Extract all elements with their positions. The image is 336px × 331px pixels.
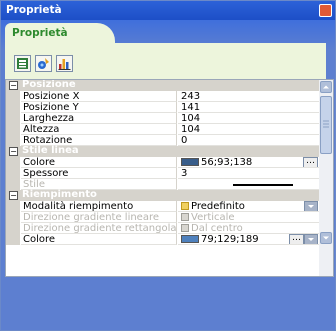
category-stile-linea[interactable]: − Stile linea <box>6 145 319 157</box>
chart-button[interactable] <box>56 55 73 72</box>
property-value: Verticale <box>178 212 319 223</box>
property-name: Colore <box>21 234 177 245</box>
property-name: Colore <box>21 157 177 168</box>
property-name: Direzione gradiente rettangolare <box>21 223 177 234</box>
style-palette-button[interactable] <box>35 55 52 72</box>
property-name: Larghezza <box>21 113 177 124</box>
color-swatch <box>181 158 199 166</box>
scroll-up-button[interactable] <box>320 81 332 93</box>
color-value: 79;129;189 <box>201 234 259 245</box>
property-row[interactable]: Posizione X 243 <box>6 91 319 102</box>
property-row[interactable]: Spessore 3 <box>6 168 319 179</box>
property-value[interactable]: 243 <box>178 91 319 102</box>
window-title: Proprietà <box>6 4 62 16</box>
scroll-down-button[interactable] <box>320 232 332 244</box>
collapse-icon[interactable]: − <box>9 147 18 156</box>
property-row[interactable]: Posizione Y 141 <box>6 102 319 113</box>
category-posizione[interactable]: − Posizione <box>6 80 319 91</box>
property-name: Direzione gradiente lineare <box>21 212 177 223</box>
title-bar: Proprietà − <box>1 1 335 20</box>
property-row[interactable]: Modalità riempimento Predefinito <box>6 201 319 212</box>
fill-mode-value: Predefinito <box>191 201 245 212</box>
property-value[interactable]: Predefinito <box>178 201 319 212</box>
property-row: Direzione gradiente lineare Verticale <box>6 212 319 223</box>
dropdown-button[interactable] <box>304 234 318 244</box>
gradient-icon <box>181 224 189 232</box>
dropdown-button[interactable] <box>304 201 318 211</box>
property-value[interactable]: 104 <box>178 113 319 124</box>
property-value: Dal centro <box>178 223 319 234</box>
categorized-view-icon <box>17 58 28 69</box>
tab-proprieta[interactable]: Proprietà <box>5 23 115 45</box>
category-riempimento[interactable]: − Riempimento <box>6 189 319 201</box>
category-label: Posizione <box>22 79 76 90</box>
categorized-view-button[interactable] <box>14 55 31 72</box>
property-name: Posizione X <box>21 91 177 102</box>
property-value[interactable]: 104 <box>178 124 319 135</box>
property-row[interactable]: Colore 56;93;138 … <box>6 157 319 168</box>
property-value[interactable]: 56;93;138 … <box>178 157 319 168</box>
chart-icon <box>58 59 71 70</box>
category-label: Riempimento <box>22 189 97 200</box>
property-value[interactable] <box>178 179 319 190</box>
property-name: Modalità riempimento <box>21 201 177 212</box>
property-row: Direzione gradiente rettangolare Dal cen… <box>6 223 319 234</box>
property-row[interactable]: Altezza 104 <box>6 124 319 135</box>
property-name: Altezza <box>21 124 177 135</box>
property-row[interactable]: Larghezza 104 <box>6 113 319 124</box>
toolbar <box>5 51 326 79</box>
ellipsis-button[interactable]: … <box>289 234 304 244</box>
property-value[interactable]: 0 <box>178 135 319 146</box>
chevron-down-icon <box>323 236 329 240</box>
collapse-icon[interactable]: − <box>9 81 18 90</box>
gradient-value: Verticale <box>191 212 235 223</box>
scroll-thumb[interactable] <box>320 96 332 154</box>
property-row[interactable]: Colore 79;129;189 … <box>6 234 319 245</box>
color-value: 56;93;138 <box>201 157 253 168</box>
style-palette-icon <box>38 58 49 69</box>
ellipsis-button[interactable]: … <box>303 157 318 167</box>
property-value[interactable]: 79;129;189 … <box>178 234 319 245</box>
color-swatch <box>181 235 199 243</box>
chevron-down-icon <box>308 238 314 241</box>
description-pane <box>5 278 334 330</box>
collapse-icon[interactable]: − <box>9 191 18 200</box>
category-label: Stile linea <box>22 145 79 156</box>
property-name: Spessore <box>21 168 177 179</box>
line-style-preview <box>233 184 293 186</box>
property-value[interactable]: 141 <box>178 102 319 113</box>
property-grid: − Posizione Posizione X 243 Posizione Y … <box>5 79 334 277</box>
fill-mode-icon <box>181 202 189 210</box>
gradient-icon <box>181 213 189 221</box>
gradient-value: Dal centro <box>191 223 243 234</box>
property-name: Posizione Y <box>21 102 177 113</box>
close-icon[interactable]: − <box>319 4 332 17</box>
properties-window: Proprietà − Proprietà <box>0 0 336 331</box>
chevron-down-icon <box>308 205 314 208</box>
property-value[interactable]: 3 <box>178 168 319 179</box>
chevron-up-icon <box>323 85 329 89</box>
vertical-scrollbar[interactable] <box>319 80 333 276</box>
